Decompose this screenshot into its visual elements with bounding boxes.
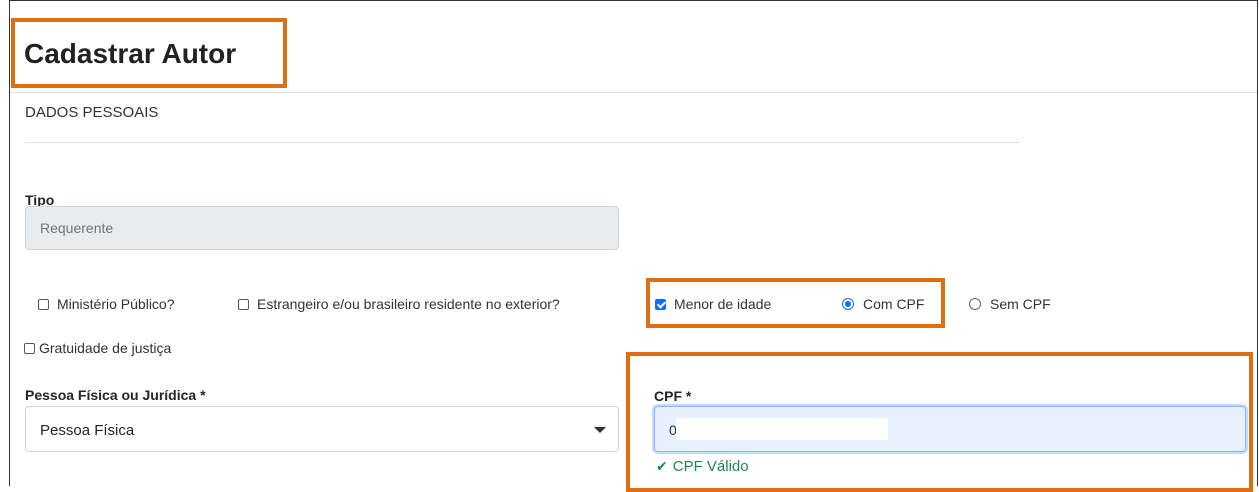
checkbox-icon[interactable] — [38, 298, 49, 310]
sem-cpf-radio[interactable]: Sem CPF — [969, 296, 1051, 312]
pessoa-label: Pessoa Física ou Jurídica * — [25, 387, 206, 403]
sem-cpf-label: Sem CPF — [990, 296, 1051, 312]
ministerio-publico-checkbox[interactable]: Ministério Público? — [38, 296, 175, 312]
section-title: DADOS PESSOAIS — [25, 104, 159, 121]
section-divider — [25, 142, 1020, 143]
ministerio-publico-label: Ministério Público? — [57, 296, 175, 312]
highlight-box-cpf — [626, 352, 1253, 492]
gratuidade-label: Gratuidade de justiça — [39, 340, 172, 356]
highlight-box-title — [11, 18, 287, 88]
frame-border-top — [9, 0, 1258, 1]
tipo-field: Requerente — [25, 206, 619, 250]
estrangeiro-label: Estrangeiro e/ou brasileiro residente no… — [257, 296, 560, 312]
estrangeiro-checkbox[interactable]: Estrangeiro e/ou brasileiro residente no… — [238, 296, 560, 312]
checkbox-icon[interactable] — [24, 342, 35, 354]
frame-border-right — [1257, 0, 1258, 486]
gratuidade-checkbox[interactable]: Gratuidade de justiça — [24, 340, 171, 356]
highlight-box-minor — [646, 278, 945, 328]
radio-icon[interactable] — [969, 298, 981, 310]
frame-border-left — [9, 0, 10, 486]
chevron-down-icon[interactable] — [594, 427, 606, 433]
pessoa-select[interactable]: Pessoa Física — [25, 406, 619, 452]
pessoa-select-value: Pessoa Física — [40, 422, 135, 439]
header-divider — [10, 92, 1257, 93]
checkbox-icon[interactable] — [238, 298, 249, 310]
